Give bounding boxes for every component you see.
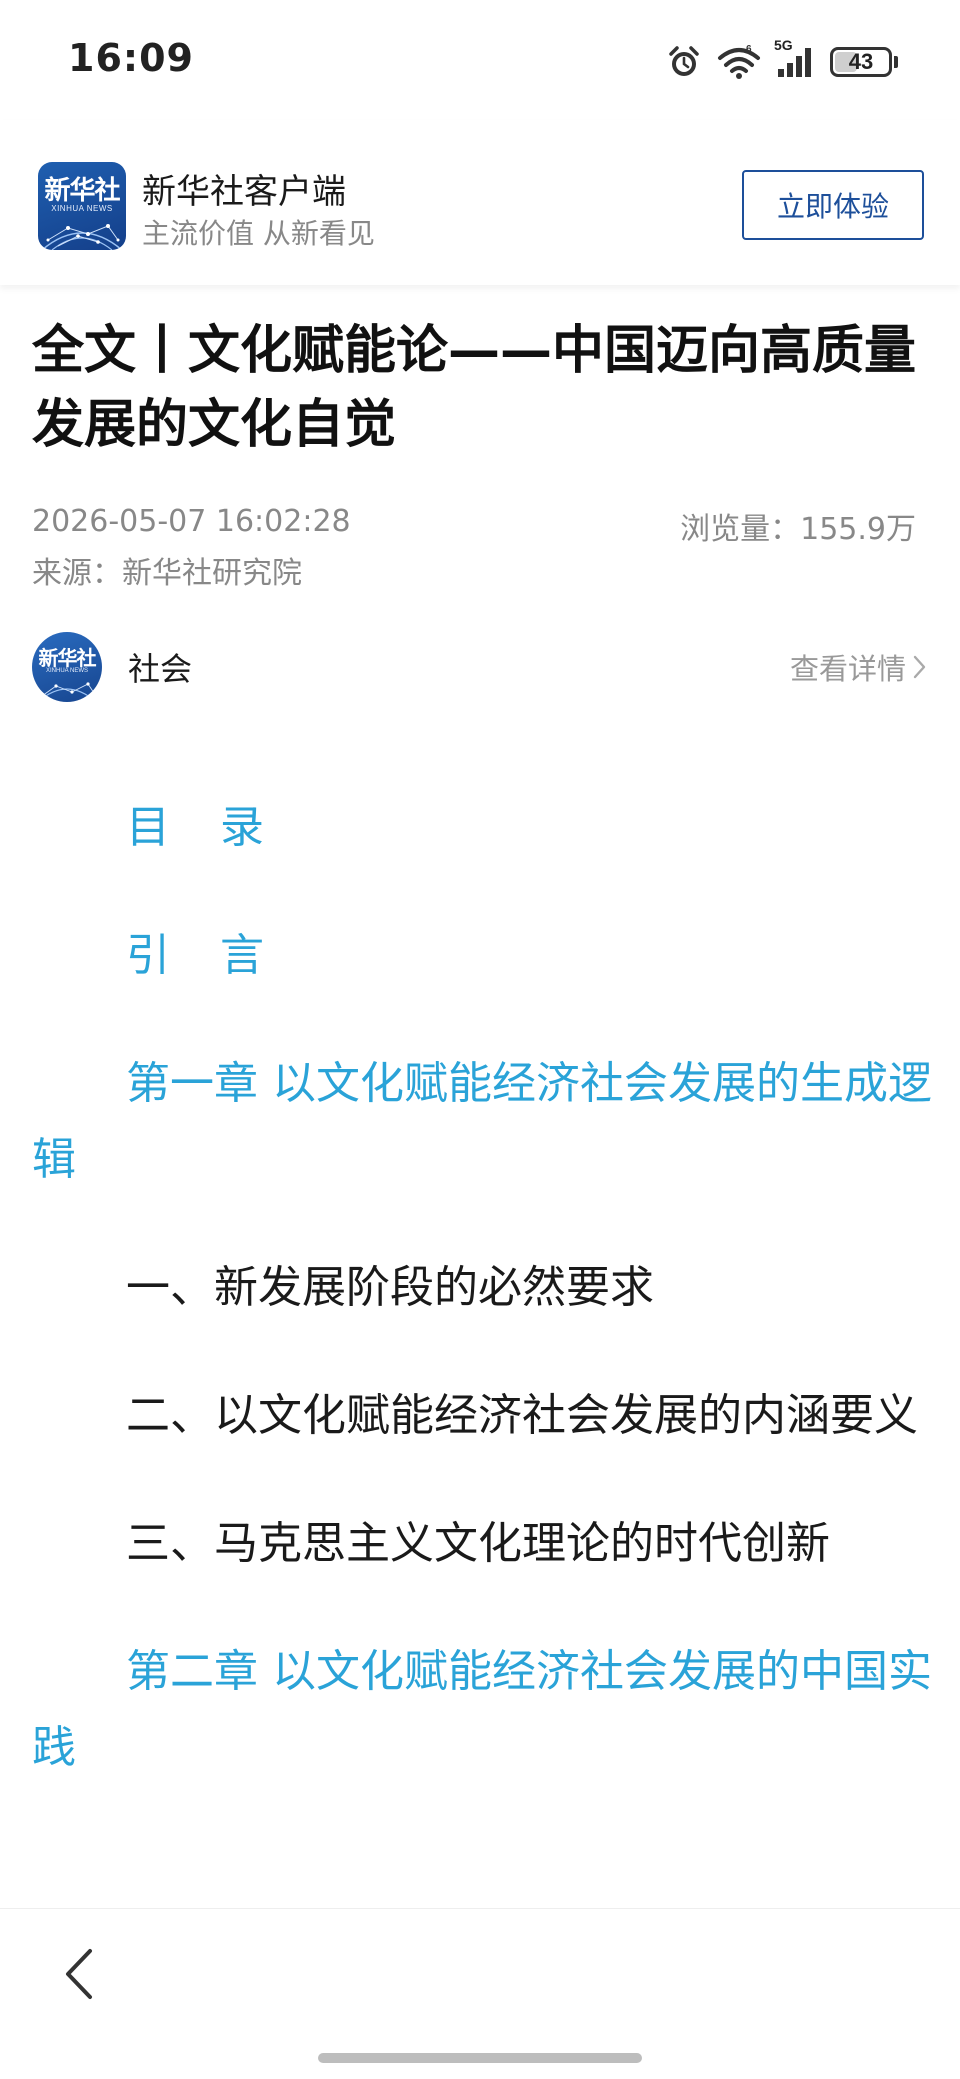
app-promo-header: 新华社 XINHUA NEWS 新华社客户端 主流价值 从新看见 立即体验 [0, 120, 960, 285]
toc-section: 三、马克思主义文化理论的时代创新 [126, 1518, 830, 1569]
network-globe-icon [41, 224, 123, 250]
status-bar: 16:09 6 5G 43 [0, 0, 960, 120]
try-now-button[interactable]: 立即体验 [742, 170, 924, 240]
channel-row[interactable]: 新华社 XINHUA NEWS 社会 查看详情 [32, 628, 928, 704]
status-time: 16:09 [68, 36, 194, 80]
back-button[interactable] [52, 1939, 108, 2009]
home-indicator[interactable] [318, 2053, 642, 2063]
xinhua-logo: 新华社 XINHUA NEWS [38, 162, 126, 250]
battery-icon: 43 [830, 47, 892, 77]
battery-tip [894, 56, 898, 68]
channel-name[interactable]: 社会 [128, 644, 192, 690]
bottom-nav-bar [0, 1908, 960, 2079]
article-source: 来源：新华社研究院 [32, 556, 302, 591]
toc-link[interactable]: 第一章 以文化赋能经济社会发展的生成逻辑 [32, 1046, 932, 1198]
app-name: 新华社客户端 [142, 172, 346, 212]
toc-link[interactable]: 第二章 以文化赋能经济社会发展的中国实践 [32, 1634, 932, 1786]
toc-link[interactable]: 引 言 [32, 918, 932, 994]
channel-avatar[interactable]: 新华社 XINHUA NEWS [32, 632, 102, 702]
view-details-link[interactable]: 查看详情 [790, 646, 928, 688]
wifi-icon: 6 [718, 44, 760, 79]
view-details-label: 查看详情 [789, 652, 906, 686]
cellular-signal: 5G [774, 37, 816, 79]
chevron-right-icon [913, 655, 926, 679]
svg-text:6: 6 [746, 44, 752, 55]
article-title: 全文丨文化赋能论——中国迈向高质量发展的文化自觉 [32, 321, 917, 455]
network-globe-icon [37, 682, 97, 702]
network-type-label: 5G [774, 37, 793, 53]
logo-text: 新华社 [44, 176, 120, 206]
view-count: 浏览量：155.9万 [680, 512, 916, 547]
back-arrow-icon [66, 1949, 92, 1999]
alarm-icon [669, 46, 699, 76]
avatar-text: 新华社 [38, 646, 97, 670]
app-slogan: 主流价值 从新看见 [142, 217, 375, 250]
table-of-contents: 目 录引 言第一章 以文化赋能经济社会发展的生成逻辑一、新发展阶段的必然要求二、… [32, 790, 932, 1786]
publish-date: 2026-05-07 16:02:28 [32, 504, 351, 539]
toc-link[interactable]: 目 录 [32, 790, 932, 866]
toc-section: 二、以文化赋能经济社会发展的内涵要义 [126, 1390, 918, 1441]
toc-section: 一、新发展阶段的必然要求 [126, 1262, 654, 1313]
status-icons: 6 5G 43 [666, 37, 898, 84]
battery-level: 43 [848, 49, 874, 74]
